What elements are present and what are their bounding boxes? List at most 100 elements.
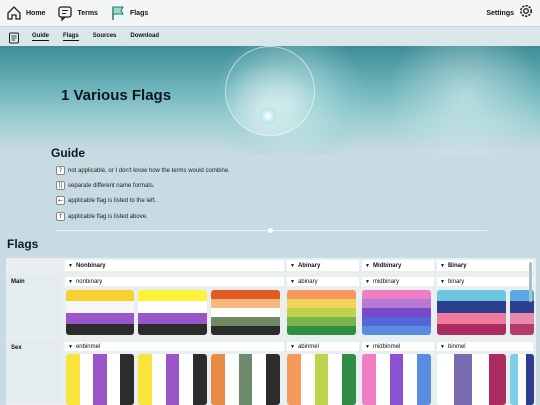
term-label[interactable]: ▼ nonbinary xyxy=(65,277,284,286)
flag-stripe xyxy=(526,354,534,405)
caret-down-icon: ▼ xyxy=(365,278,370,285)
tab-guide[interactable]: Guide xyxy=(32,33,50,41)
guide-item: ↑ applicable flag is listed above. xyxy=(56,212,148,221)
flag-enbinmel-variant[interactable] xyxy=(138,354,207,405)
flag-stripe xyxy=(437,354,455,405)
flag-stripe xyxy=(138,290,207,302)
flag-stripe xyxy=(362,354,376,405)
flag-stripe xyxy=(510,312,534,324)
term-label[interactable]: ▼ abinmel xyxy=(287,342,359,351)
term-label[interactable]: ▼ abinary xyxy=(287,277,359,286)
flag-stripe xyxy=(211,354,225,405)
caret-down-icon: ▼ xyxy=(68,262,73,269)
divider-dot xyxy=(268,228,273,233)
tab-sources[interactable]: Sources xyxy=(93,33,117,40)
column-header-label: Nonbinary xyxy=(75,262,106,269)
page-title: 1 Various Flags xyxy=(61,87,172,104)
caret-down-icon: ▼ xyxy=(365,343,370,350)
flag-stripe xyxy=(193,354,207,405)
term-label-text: midbinmel xyxy=(372,343,401,350)
flag-stripe xyxy=(66,323,134,335)
hero-glow xyxy=(380,46,540,154)
flag-stripe xyxy=(362,299,431,308)
term-label[interactable]: ▼ binary xyxy=(437,277,533,286)
hero-core xyxy=(258,106,278,126)
flag-nonbinary[interactable] xyxy=(66,290,134,335)
column-header-label: Binary xyxy=(447,262,467,269)
flag-genderqueer-variant[interactable] xyxy=(211,290,280,335)
column-header-nonbinary[interactable]: ▼ Nonbinary xyxy=(65,260,284,271)
question-icon: ? xyxy=(56,166,65,175)
flag-stripe xyxy=(224,354,239,405)
flag-stripe xyxy=(362,290,431,299)
caret-down-icon: ▼ xyxy=(290,343,295,350)
flag-stripe xyxy=(211,290,280,299)
flag-stripe xyxy=(362,308,431,317)
flag-stripe xyxy=(417,354,431,405)
flag-abinmel[interactable] xyxy=(287,354,356,405)
term-label-text: abinary xyxy=(297,278,318,285)
flag-stripe xyxy=(437,290,506,302)
flags-heading: Flags xyxy=(7,237,39,251)
flag-stripe xyxy=(300,354,315,405)
top-navbar: Home Terms Flags Settings xyxy=(0,0,540,27)
flag-stripe xyxy=(510,301,534,313)
flag-stripe xyxy=(211,326,280,335)
term-label[interactable]: ▼ midbinmel xyxy=(362,342,434,351)
flag-stripe xyxy=(287,317,356,326)
flag-stripe xyxy=(138,301,207,313)
flag-stripe xyxy=(342,354,356,405)
nav-flags[interactable]: Flags xyxy=(104,0,154,27)
flag-enbinmel[interactable] xyxy=(66,354,134,405)
guide-item-text: not applicable, or I don't know how the … xyxy=(68,167,230,174)
scrollbar-thumb[interactable] xyxy=(529,262,532,302)
flag-stripe xyxy=(437,323,506,335)
flag-stripe xyxy=(138,312,207,324)
caret-down-icon: ▼ xyxy=(290,262,295,269)
flag-stripe xyxy=(362,326,431,335)
flag-midbinmel[interactable] xyxy=(362,354,431,405)
settings-group[interactable]: Settings xyxy=(486,3,540,24)
caret-down-icon: ▼ xyxy=(440,262,445,269)
flag-binmel[interactable] xyxy=(437,354,506,405)
term-label-text: binary xyxy=(447,278,465,285)
flag-stripe xyxy=(510,354,518,405)
flag-abinary[interactable] xyxy=(287,290,356,335)
column-header-binary[interactable]: ▼ Binary xyxy=(437,260,533,271)
flag-stripe xyxy=(287,326,356,335)
flag-binary[interactable] xyxy=(437,290,506,335)
flag-stripe xyxy=(165,354,180,405)
flag-midbinary[interactable] xyxy=(362,290,431,335)
column-header-abinary[interactable]: ▼ Abinary xyxy=(287,260,359,271)
row-header-sex: Sex xyxy=(6,340,62,403)
column-header-label: Abinary xyxy=(297,262,321,269)
nav-terms-label: Terms xyxy=(77,9,98,17)
term-label[interactable]: ▼ enbinmel xyxy=(65,342,284,351)
flag-nonbinary-variant[interactable] xyxy=(138,290,207,335)
separator-icon: || xyxy=(56,181,65,190)
flag-stripe xyxy=(287,290,356,299)
term-label-text: midbinary xyxy=(372,278,399,285)
tab-flags[interactable]: Flags xyxy=(63,33,79,41)
guide-item-text: separate different name formats. xyxy=(68,182,155,189)
flag-stripe xyxy=(252,354,267,405)
flag-enbinmel-variant-orange[interactable] xyxy=(211,354,280,405)
gear-icon[interactable] xyxy=(518,3,534,24)
flag-binmel-partial[interactable] xyxy=(510,354,534,405)
nav-terms[interactable]: Terms xyxy=(51,0,104,27)
arrow-up-icon: ↑ xyxy=(56,212,65,221)
term-label[interactable]: ▼ binmel xyxy=(437,342,533,351)
row-header-main: Main xyxy=(6,274,62,337)
terms-icon xyxy=(57,5,73,22)
guide-item: ? not applicable, or I don't know how th… xyxy=(56,166,230,175)
term-label[interactable]: ▼ midbinary xyxy=(362,277,434,286)
flag-stripe xyxy=(488,354,506,405)
nav-home[interactable]: Home xyxy=(0,0,51,27)
column-header-midbinary[interactable]: ▼ Midbinary xyxy=(362,260,434,271)
tab-download[interactable]: Download xyxy=(130,33,159,40)
flag-stripe xyxy=(437,301,506,313)
book-icon[interactable] xyxy=(8,31,20,43)
flag-stripe xyxy=(211,299,280,308)
flag-stripe xyxy=(179,354,194,405)
home-icon xyxy=(6,5,22,21)
